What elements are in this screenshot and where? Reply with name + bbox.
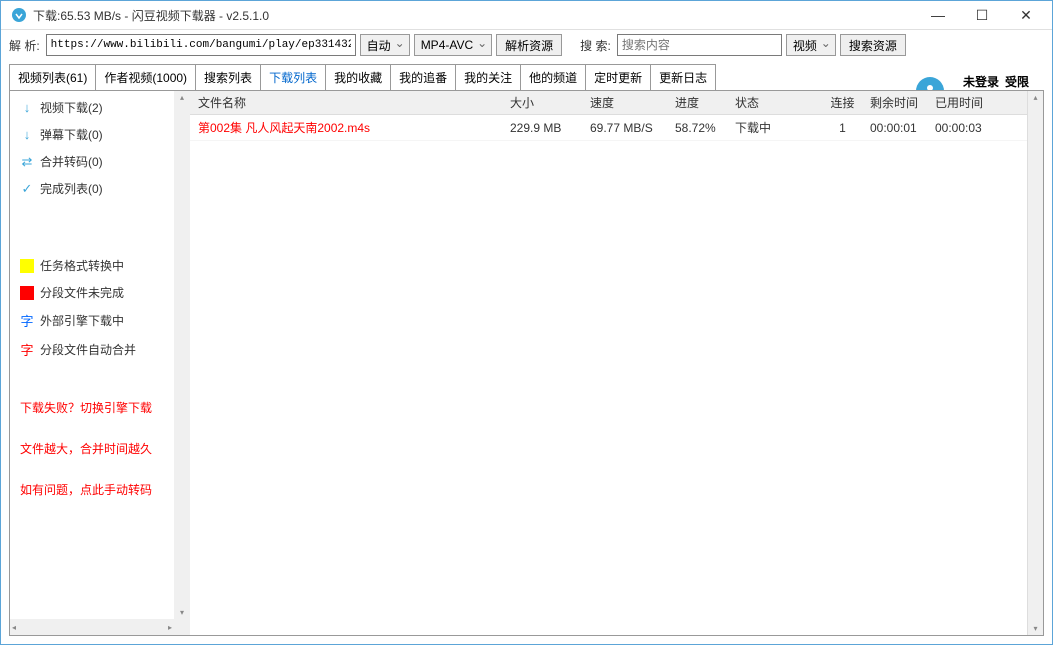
- col-header-remain[interactable]: 剩余时间: [870, 94, 935, 111]
- legend-item-3: 字分段文件自动合并: [20, 340, 179, 359]
- sidebar-item-label: 完成列表(0): [40, 180, 103, 197]
- auto-select[interactable]: 自动: [360, 34, 410, 56]
- sidebar-icon: ✓: [20, 181, 34, 197]
- tab-0[interactable]: 视频列表(61): [9, 64, 96, 90]
- col-header-status[interactable]: 状态: [735, 94, 815, 111]
- legend-label: 任务格式转换中: [40, 257, 124, 274]
- search-label: 搜 索:: [580, 37, 611, 54]
- tab-3[interactable]: 下载列表: [260, 64, 326, 90]
- sidebar-item-1[interactable]: ↓ 弹幕下载(0): [20, 126, 179, 143]
- content-area: ↓ 视频下载(2) ↓ 弹幕下载(0) ⇄ 合并转码(0) ✓ 完成列表(0) 任务格式转换中…: [9, 90, 1044, 636]
- legend-item-0: 任务格式转换中: [20, 257, 179, 274]
- tab-6[interactable]: 我的关注: [455, 64, 521, 90]
- table-body: 第002集 凡人风起天南2002.m4s229.9 MB69.77 MB/S58…: [190, 115, 1043, 141]
- tab-1[interactable]: 作者视频(1000): [95, 64, 196, 90]
- titlebar[interactable]: 下载:65.53 MB/s - 闪豆视频下载器 - v2.5.1.0 — ☐ ✕: [1, 1, 1052, 29]
- close-button[interactable]: ✕: [1004, 1, 1048, 29]
- sidebar-icon: ↓: [20, 100, 34, 115]
- sidebar-icon: ↓: [20, 127, 34, 142]
- tab-5[interactable]: 我的追番: [390, 64, 456, 90]
- legend-label: 分段文件未完成: [40, 284, 124, 301]
- legend-char-icon: 字: [20, 340, 34, 359]
- legend-char-icon: 字: [20, 311, 34, 330]
- window-controls: — ☐ ✕: [916, 1, 1048, 29]
- sidebar-item-label: 视频下载(2): [40, 99, 103, 116]
- hints: 下载失败？切换引擎下载文件越大，合并时间越久如有问题，点此手动转码: [20, 399, 179, 498]
- tab-9[interactable]: 更新日志: [650, 64, 716, 90]
- sidebar-item-3[interactable]: ✓ 完成列表(0): [20, 180, 179, 197]
- legend-swatch: [20, 286, 34, 300]
- table-header: 文件名称 大小 速度 进度 状态 连接 剩余时间 已用时间: [190, 91, 1043, 115]
- tab-4[interactable]: 我的收藏: [325, 64, 391, 90]
- cell-progress: 58.72%: [675, 121, 735, 135]
- legend-item-2: 字外部引擎下载中: [20, 311, 179, 330]
- col-header-elapsed[interactable]: 已用时间: [935, 94, 1000, 111]
- col-header-conn[interactable]: 连接: [815, 94, 870, 111]
- cell-size: 229.9 MB: [510, 121, 590, 135]
- login-status: 未登录: [963, 73, 999, 90]
- parse-label: 解 析:: [9, 37, 40, 54]
- tabs-row: 视频列表(61)作者视频(1000)搜索列表下载列表我的收藏我的追番我的关注他的…: [1, 64, 1052, 90]
- tab-2[interactable]: 搜索列表: [195, 64, 261, 90]
- url-input[interactable]: [46, 34, 356, 56]
- col-header-name[interactable]: 文件名称: [190, 94, 510, 111]
- sidebar-item-2[interactable]: ⇄ 合并转码(0): [20, 153, 179, 170]
- search-button[interactable]: 搜索资源: [840, 34, 906, 56]
- format-select[interactable]: MP4-AVC: [414, 34, 492, 56]
- search-type-select[interactable]: 视频: [786, 34, 836, 56]
- app-window: 下载:65.53 MB/s - 闪豆视频下载器 - v2.5.1.0 — ☐ ✕…: [0, 0, 1053, 645]
- legend-item-1: 分段文件未完成: [20, 284, 179, 301]
- main-panel: 文件名称 大小 速度 进度 状态 连接 剩余时间 已用时间 第002集 凡人风起…: [190, 91, 1043, 635]
- scrollbar-corner: [174, 619, 190, 635]
- cell-status: 下载中: [735, 119, 815, 136]
- hint-link-1[interactable]: 文件越大，合并时间越久: [20, 440, 179, 457]
- sidebar-item-label: 合并转码(0): [40, 153, 103, 170]
- legend: 任务格式转换中分段文件未完成字外部引擎下载中字分段文件自动合并: [20, 257, 179, 359]
- cell-remain: 00:00:01: [870, 121, 935, 135]
- sidebar-scrollbar-v[interactable]: [174, 91, 190, 619]
- parse-button[interactable]: 解析资源: [496, 34, 562, 56]
- sidebar-item-label: 弹幕下载(0): [40, 126, 103, 143]
- col-header-size[interactable]: 大小: [510, 94, 590, 111]
- legend-label: 分段文件自动合并: [40, 341, 136, 358]
- legend-label: 外部引擎下载中: [40, 312, 124, 329]
- cell-speed: 69.77 MB/S: [590, 121, 675, 135]
- sidebar-icon: ⇄: [20, 154, 34, 170]
- main-scrollbar-v[interactable]: [1027, 91, 1043, 635]
- maximize-button[interactable]: ☐: [960, 1, 1004, 29]
- hint-link-2[interactable]: 如有问题，点此手动转码: [20, 481, 179, 498]
- col-header-progress[interactable]: 进度: [675, 94, 735, 111]
- col-header-speed[interactable]: 速度: [590, 94, 675, 111]
- minimize-button[interactable]: —: [916, 1, 960, 29]
- tab-7[interactable]: 他的频道: [520, 64, 586, 90]
- app-icon: [11, 7, 27, 23]
- legend-swatch: [20, 259, 34, 273]
- tab-8[interactable]: 定时更新: [585, 64, 651, 90]
- sidebar-item-0[interactable]: ↓ 视频下载(2): [20, 99, 179, 116]
- cell-elapsed: 00:00:03: [935, 121, 1000, 135]
- toolbar: 解 析: 自动 MP4-AVC 解析资源 搜 索: 视频 搜索资源: [1, 29, 1052, 60]
- sidebar-scrollbar-h[interactable]: [10, 619, 174, 635]
- window-title: 下载:65.53 MB/s - 闪豆视频下载器 - v2.5.1.0: [33, 7, 916, 24]
- cell-name: 第002集 凡人风起天南2002.m4s: [190, 119, 510, 136]
- limit-status: 受限: [1005, 73, 1029, 90]
- table-row[interactable]: 第002集 凡人风起天南2002.m4s229.9 MB69.77 MB/S58…: [190, 115, 1043, 141]
- cell-conn: 1: [815, 121, 870, 135]
- hint-link-0[interactable]: 下载失败？切换引擎下载: [20, 399, 179, 416]
- search-input[interactable]: [617, 34, 782, 56]
- sidebar: ↓ 视频下载(2) ↓ 弹幕下载(0) ⇄ 合并转码(0) ✓ 完成列表(0) 任务格式转换中…: [10, 91, 190, 506]
